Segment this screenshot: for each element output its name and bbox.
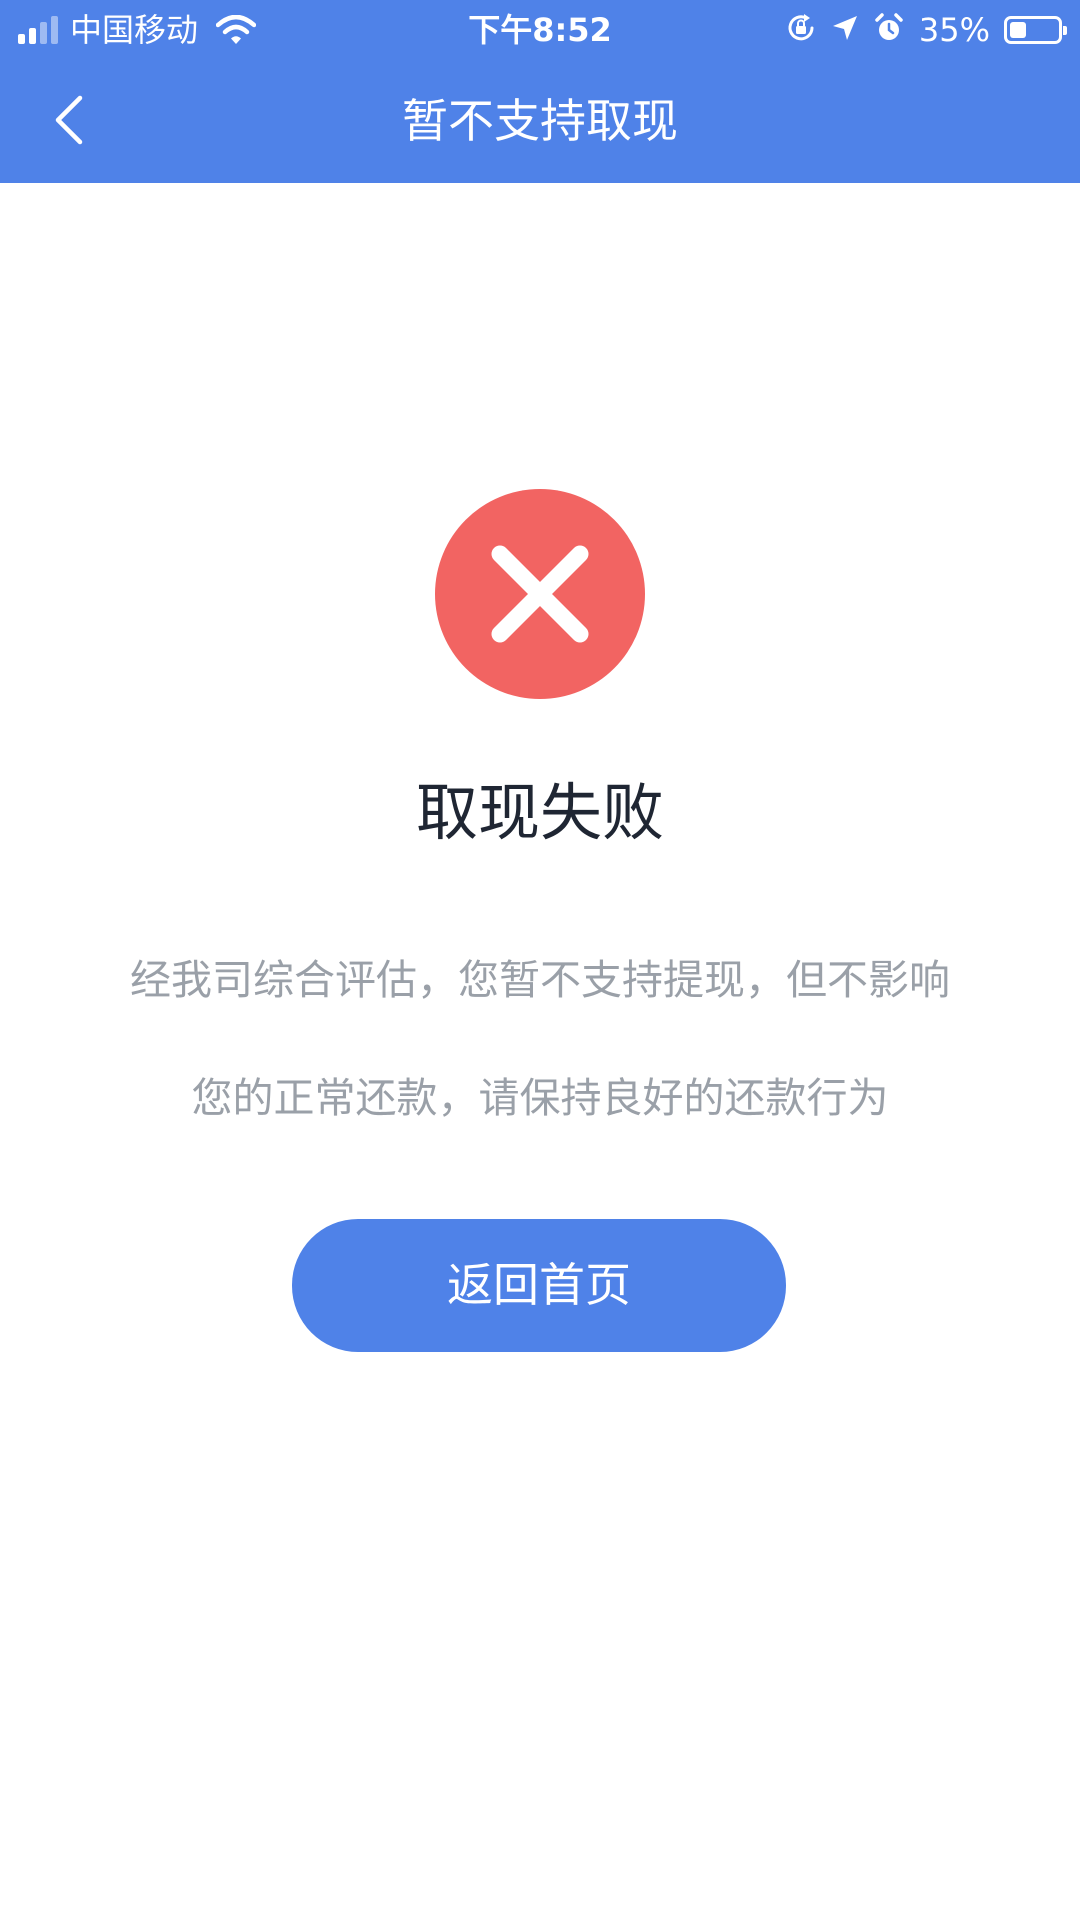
- navbar: 暂不支持取现: [0, 60, 1080, 183]
- page-title: 暂不支持取现: [402, 94, 678, 148]
- error-x-icon: [434, 488, 646, 700]
- result-description-line-2: 您的正常还款，请保持良好的还款行为: [191, 1074, 889, 1122]
- screen: 中国移动 下午8:52 35% 暂不支持取现 取现失败 经我司综合评估，您暂不支…: [0, 0, 1080, 1920]
- result-description-line-1: 经我司综合评估，您暂不支持提现，但不影响: [130, 956, 950, 1004]
- result-title: 取现失败: [415, 776, 664, 849]
- battery-fill: [1010, 22, 1026, 38]
- rotation-lock-icon: [785, 12, 817, 48]
- header: 中国移动 下午8:52 35% 暂不支持取现: [0, 0, 1080, 183]
- signal-icon: [18, 16, 58, 44]
- wifi-icon: [216, 15, 257, 45]
- status-bar-left: 中国移动: [18, 10, 257, 50]
- status-bar-right: 35%: [785, 10, 1067, 50]
- return-home-button[interactable]: 返回首页: [292, 1219, 786, 1352]
- battery-nub: [1063, 26, 1067, 35]
- alarm-icon: [873, 12, 905, 48]
- chevron-left-icon: [50, 92, 90, 152]
- carrier-name: 中国移动: [70, 11, 199, 49]
- location-arrow-icon: [831, 14, 859, 46]
- back-button[interactable]: [30, 82, 110, 162]
- status-bar: 中国移动 下午8:52 35%: [0, 0, 1080, 60]
- battery-percent: 35%: [918, 11, 990, 49]
- battery-icon: [1004, 16, 1067, 44]
